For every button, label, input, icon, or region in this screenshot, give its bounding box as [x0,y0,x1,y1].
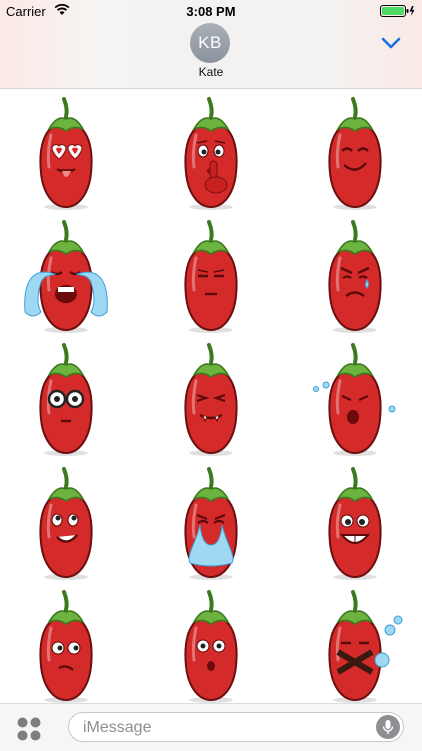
sticker-pepper-grimace-fangs[interactable] [156,339,266,459]
sticker-pepper-dreamy[interactable] [11,463,121,583]
status-bar: Carrier 3:08 PM [0,0,422,22]
sticker-pepper-silenced[interactable] [300,586,410,706]
sticker-grid [0,89,422,703]
message-bar [0,703,422,751]
pepper-sticker-image [328,467,382,580]
pepper-sticker-image [39,97,93,210]
pepper-sticker-image [184,467,238,580]
pepper-sticker-image [184,97,238,210]
sticker-pepper-shocked[interactable] [156,586,266,706]
pepper-sticker-image [184,590,238,703]
pepper-sticker-image [39,590,93,703]
microphone-button[interactable] [376,715,400,739]
message-field[interactable] [68,712,404,742]
sticker-pepper-big-grin[interactable] [300,463,410,583]
pepper-sticker-image [328,97,382,210]
app-drawer-icon[interactable] [16,716,42,742]
sticker-pepper-goggle-eyes[interactable] [11,339,121,459]
microphone-icon [382,720,394,734]
pepper-sticker-image [184,220,238,333]
sticker-pepper-angry-tear[interactable] [300,216,410,336]
pepper-sticker-image [39,467,93,580]
sticker-pepper-side-eye[interactable] [11,586,121,706]
sticker-pepper-shush[interactable] [156,93,266,213]
clock-time: 3:08 PM [186,4,236,19]
sticker-pepper-unamused[interactable] [156,216,266,336]
sticker-pepper-crying-loud[interactable] [11,216,121,336]
contact-name[interactable]: Kate [0,65,422,79]
contact-avatar[interactable]: KB [190,23,230,63]
pepper-sticker-image [328,590,403,703]
sticker-pepper-tears-stream[interactable] [156,463,266,583]
chevron-down-icon[interactable] [380,35,402,51]
sticker-pepper-smirk[interactable] [300,93,410,213]
conversation-header: Carrier 3:08 PM KB Kate [0,0,422,89]
pepper-sticker-image [24,220,108,333]
pepper-sticker-image [184,343,238,456]
pepper-sticker-image [313,343,396,456]
pepper-sticker-image [328,220,382,333]
pepper-sticker-image [39,343,93,456]
sticker-pepper-heart-eyes-tongue[interactable] [11,93,121,213]
sticker-pepper-sneeze[interactable] [300,339,410,459]
battery-icon [380,5,415,17]
message-input[interactable] [81,717,365,739]
